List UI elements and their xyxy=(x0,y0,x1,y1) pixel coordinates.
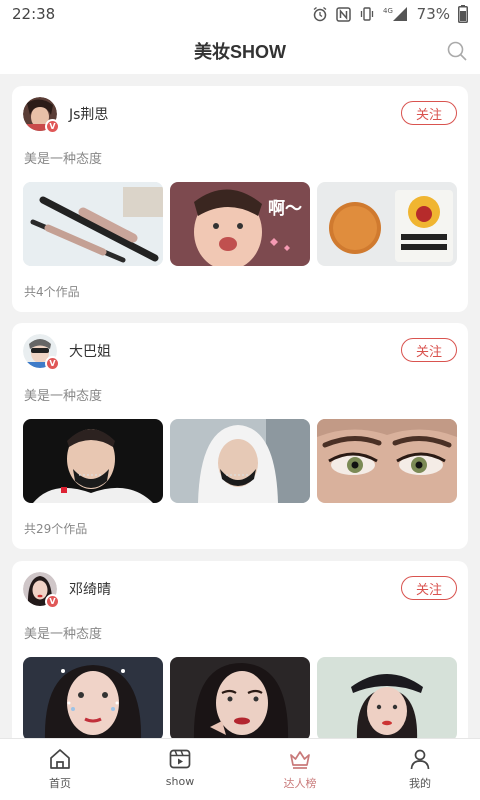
creator-bio: 美是一种态度 xyxy=(24,389,103,404)
battery-percent: 73% xyxy=(416,5,450,23)
creator-card: V 邓绮晴 关注 美是一种态度 xyxy=(12,561,468,738)
tab-ranking[interactable]: 达人榜 xyxy=(240,739,360,800)
works-thumbnails: 啊～ xyxy=(23,182,457,266)
follow-button[interactable]: 关注 xyxy=(401,101,457,125)
work-thumbnail[interactable] xyxy=(317,419,457,503)
user-icon xyxy=(408,747,432,771)
tab-label: 达人榜 xyxy=(283,777,317,790)
tab-label: 首页 xyxy=(49,777,71,790)
avatar[interactable]: V xyxy=(23,97,60,134)
work-thumbnail[interactable]: 啊～ xyxy=(170,182,310,266)
work-thumbnail[interactable] xyxy=(317,657,457,738)
alarm-icon xyxy=(312,6,328,22)
tab-label: 我的 xyxy=(409,777,431,790)
status-bar: 22:38 4G 73% xyxy=(0,0,480,28)
creator-name[interactable]: Js荆思 xyxy=(69,104,108,124)
home-icon xyxy=(48,747,72,771)
creator-name[interactable]: 邓绮晴 xyxy=(69,579,111,599)
signal-icon: 4G xyxy=(383,6,409,22)
work-thumbnail[interactable] xyxy=(23,657,163,738)
creator-feed[interactable]: V Js荆思 关注 美是一种态度 啊～ 共4个作品 V 大巴姐 关注 美是一种态… xyxy=(0,74,480,738)
page-title: 美妆SHOW xyxy=(194,42,286,62)
network-label: 4G xyxy=(383,7,393,15)
verified-badge-icon: V xyxy=(45,356,60,371)
creator-card: V Js荆思 关注 美是一种态度 啊～ 共4个作品 xyxy=(12,86,468,312)
works-thumbnails xyxy=(23,657,457,738)
bottom-tab-bar: 首页 show 达人榜 我的 xyxy=(0,738,480,800)
verified-badge-icon: V xyxy=(45,594,60,609)
tab-show[interactable]: show xyxy=(120,739,240,800)
app-header: 美妆SHOW xyxy=(0,28,480,74)
tab-label: show xyxy=(165,775,195,788)
status-icons: 4G 73% xyxy=(312,5,468,23)
tab-home[interactable]: 首页 xyxy=(0,739,120,800)
status-time: 22:38 xyxy=(12,5,56,23)
vibrate-icon xyxy=(359,6,375,22)
video-icon xyxy=(168,747,192,771)
verified-badge-icon: V xyxy=(45,119,60,134)
search-icon[interactable] xyxy=(446,40,468,62)
works-count: 共4个作品 xyxy=(24,285,80,299)
work-thumbnail[interactable] xyxy=(23,419,163,503)
works-thumbnails xyxy=(23,419,457,503)
follow-button[interactable]: 关注 xyxy=(401,338,457,362)
work-thumbnail[interactable] xyxy=(170,657,310,738)
tab-mine[interactable]: 我的 xyxy=(360,739,480,800)
creator-card-header: V Js荆思 关注 xyxy=(12,86,468,136)
speech-text: 啊～ xyxy=(268,199,302,219)
creator-card-header: V 大巴姐 关注 xyxy=(12,323,468,373)
creator-bio: 美是一种态度 xyxy=(24,627,103,642)
crown-icon xyxy=(288,747,312,771)
work-thumbnail[interactable] xyxy=(170,419,310,503)
creator-bio: 美是一种态度 xyxy=(24,152,103,167)
avatar[interactable]: V xyxy=(23,572,60,609)
avatar[interactable]: V xyxy=(23,334,60,371)
work-thumbnail[interactable] xyxy=(317,182,457,266)
battery-icon xyxy=(458,5,468,23)
follow-button[interactable]: 关注 xyxy=(401,576,457,600)
creator-name[interactable]: 大巴姐 xyxy=(69,341,111,361)
works-count: 共29个作品 xyxy=(24,522,88,536)
nfc-icon xyxy=(335,6,351,22)
work-thumbnail[interactable] xyxy=(23,182,163,266)
creator-card: V 大巴姐 关注 美是一种态度 共29个作品 xyxy=(12,323,468,549)
creator-card-header: V 邓绮晴 关注 xyxy=(12,561,468,611)
